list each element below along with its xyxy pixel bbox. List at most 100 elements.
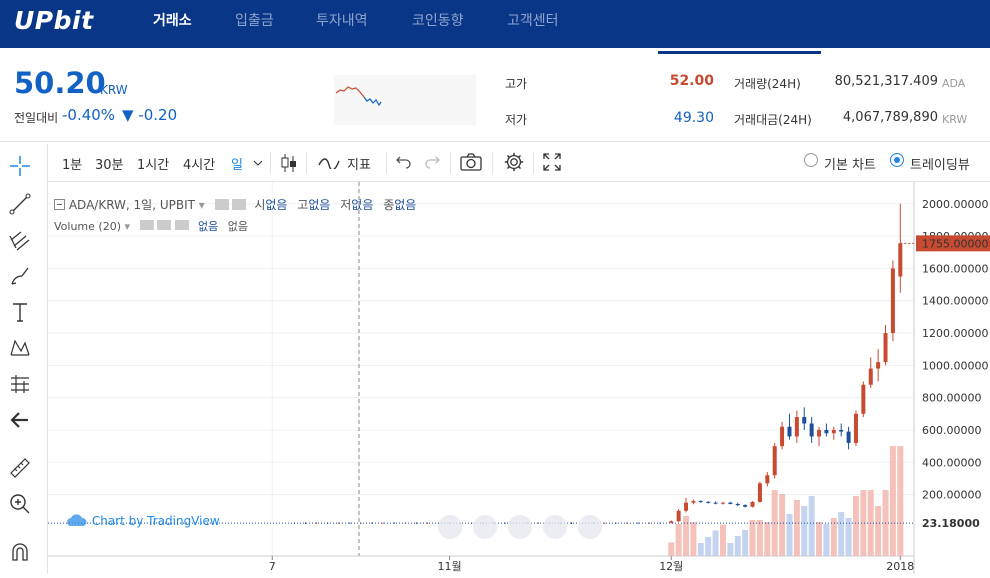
magnet-icon[interactable] [8,540,32,564]
volume-close-icon[interactable] [174,220,189,230]
indicator-icon[interactable] [318,155,340,169]
tradingview-radio[interactable] [890,153,904,167]
collapse-icon[interactable] [54,199,65,210]
trend-line-icon[interactable] [8,192,32,216]
candle-type-icon[interactable] [280,152,298,174]
legend-close-label: 종 [383,198,395,212]
candle-body [853,413,858,443]
text-tool-icon[interactable] [8,300,32,324]
legend-symbol[interactable]: ADA/KRW, 1일, UPBIT [69,198,195,212]
candle-body [898,243,903,277]
interval-1m[interactable]: 1분 [62,154,82,173]
volume-bar [808,496,815,556]
y-tick-label: 1400.00000 [922,295,988,308]
candle-body [728,502,733,504]
candle-body [713,502,718,504]
candle-body [780,426,785,447]
candle-body [757,483,762,502]
zoom-icon[interactable] [8,492,32,516]
x-tick-label: 12월 [659,560,683,573]
crosshair-icon[interactable] [8,154,32,178]
candle-body [706,501,711,503]
ticker-panel: 50.20 KRW 전일대비 -0.40% ▼ -0.20 고가 52.00 저… [0,54,990,142]
volume-dropdown-icon[interactable]: ▾ [125,220,131,233]
brush-icon[interactable] [8,264,32,288]
upbit-logo[interactable]: UPbit [14,6,94,35]
volume-bar [697,543,704,556]
volume-bar [742,530,749,556]
ruler-icon[interactable] [8,456,32,480]
prediction-icon[interactable] [8,372,32,396]
zoom-in-button[interactable] [543,515,568,539]
interval-30m[interactable]: 30분 [95,154,124,173]
price-line-label: 23.18000 [922,517,980,530]
legend-eye-icon[interactable] [232,199,247,210]
candle-body [676,510,681,522]
volume-bar [734,536,741,556]
fib-tool-icon[interactable] [8,228,32,252]
divider [492,152,493,174]
nav-exchange[interactable]: 거래소 [153,10,192,30]
legend-volume[interactable]: Volume (20) [54,220,121,233]
volume-label: 거래량(24H) [734,77,801,91]
pattern-icon[interactable] [8,336,32,360]
undo-icon[interactable] [396,155,412,169]
current-price: 50.20 [14,66,106,100]
volume-bar [690,522,697,556]
volume-value-2: 없음 [227,220,249,233]
candle-body [735,503,740,506]
tradingview-watermark[interactable]: Chart by TradingView [66,513,220,528]
volume-bar [727,543,734,556]
interval-1h[interactable]: 1시간 [137,154,169,173]
candle-body [802,417,807,424]
legend-open-label: 시 [254,198,266,212]
volume-bar [793,500,800,556]
basic-chart-label[interactable]: 기본 차트 [824,154,876,173]
tradingview-label[interactable]: 트레이딩뷰 [910,154,970,173]
y-tick-label: 1200.00000 [922,327,988,340]
chevron-down-icon[interactable] [253,159,263,167]
scroll-left-button[interactable] [438,515,462,539]
legend-close-value: 없음 [394,198,417,212]
reset-button[interactable] [508,515,533,539]
nav-deposit-withdraw[interactable]: 입출금 [235,10,274,30]
candle-body [839,429,844,432]
candle-body [861,384,866,414]
indicator-button[interactable]: 지표 [347,154,371,173]
chart-area[interactable]: 200.00000 400.00000 600.00000 800.00000 1000… [48,182,990,574]
volume-eye-icon[interactable] [157,220,172,230]
volume-bar [838,512,845,556]
candle-body [831,429,836,434]
volume-bar [683,516,690,556]
fullscreen-icon[interactable] [543,153,561,171]
nav-coin-trends[interactable]: 코인동향 [412,10,464,30]
nav-customer-center[interactable]: 고객센터 [507,10,559,30]
zoom-out-button[interactable] [473,515,498,539]
nav-investments[interactable]: 투자내역 [316,10,368,30]
amount-unit: KRW [942,113,968,126]
back-arrow-icon[interactable] [8,408,32,432]
interval-4h[interactable]: 4시간 [183,154,215,173]
y-tick-label: 200.00000 [922,489,982,502]
redo-icon[interactable] [424,155,440,169]
candle-body [698,501,703,503]
divider [270,152,271,174]
legend-dropdown-icon[interactable]: ▾ [199,198,205,212]
volume-bar [749,520,756,556]
settings-gear-icon[interactable] [503,151,525,173]
volume-bar [756,520,763,556]
basic-chart-radio[interactable] [804,153,818,167]
volume-bar [823,524,830,556]
scroll-right-button[interactable] [578,515,603,539]
interval-day[interactable]: 일 [231,154,243,173]
last-price-label: 1755.00000 [922,237,988,250]
x-tick-label: 7 [269,560,276,573]
y-tick-label: 800.00000 [922,392,982,405]
volume-settings-icon[interactable] [139,220,154,230]
volume-bar [764,522,771,556]
legend-low-label: 저 [340,198,352,212]
change-percent: -0.40% [62,106,116,124]
candle-body [691,501,696,503]
legend-settings-icon[interactable] [214,199,229,210]
camera-icon[interactable] [460,153,482,171]
